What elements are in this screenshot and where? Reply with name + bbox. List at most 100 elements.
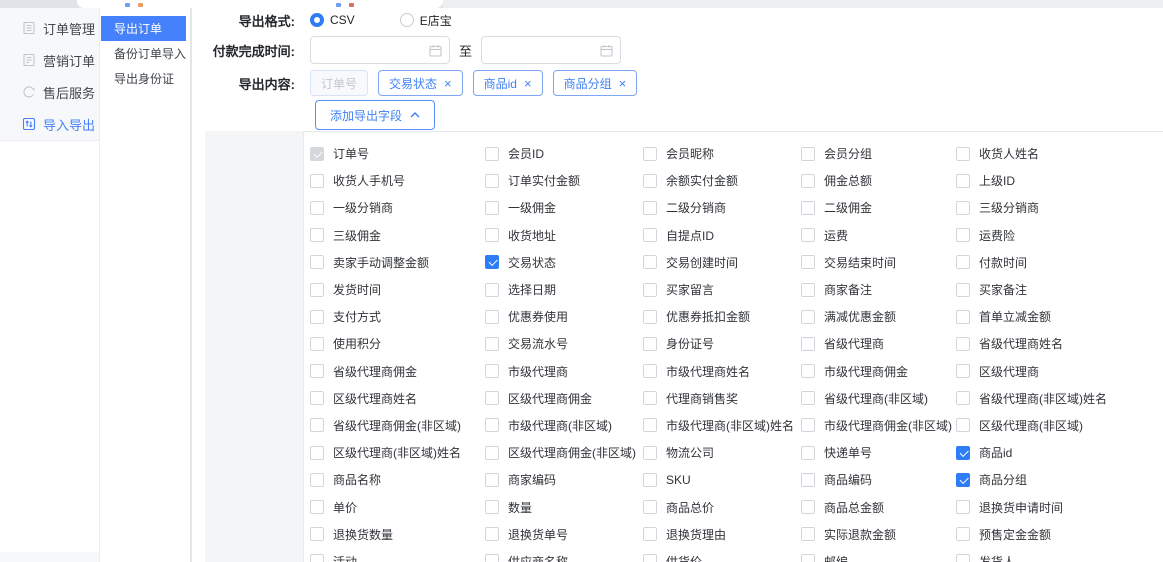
checkbox-icon[interactable] (643, 283, 657, 297)
checkbox-icon[interactable] (310, 310, 324, 324)
field-checkbox-item[interactable]: 上级ID (956, 172, 1015, 189)
export-format-option-1[interactable]: E店宝 (400, 12, 452, 29)
checkbox-icon[interactable] (643, 418, 657, 432)
checkbox-icon[interactable] (485, 310, 499, 324)
checkbox-icon[interactable] (801, 147, 815, 161)
checkbox-icon[interactable] (485, 201, 499, 215)
checkbox-icon[interactable] (643, 147, 657, 161)
checkbox-icon[interactable] (485, 174, 499, 188)
checkbox-icon[interactable] (956, 228, 970, 242)
checkbox-icon[interactable] (485, 554, 499, 562)
checkbox-icon[interactable] (310, 364, 324, 378)
field-checkbox-item[interactable]: 省级代理商佣金 (310, 363, 485, 380)
checkbox-icon[interactable] (956, 337, 970, 351)
sidebar-item-marketing-orders[interactable]: 营销订单 (0, 44, 99, 76)
checkbox-icon[interactable] (801, 201, 815, 215)
export-format-option-0[interactable]: CSV (310, 13, 355, 27)
field-checkbox-item[interactable]: 运费险 (956, 227, 1015, 244)
field-checkbox-item[interactable]: 订单实付金额 (485, 172, 643, 189)
field-checkbox-item[interactable]: 发货时间 (310, 281, 485, 298)
checkbox-icon[interactable] (643, 310, 657, 324)
field-checkbox-item[interactable]: 商家备注 (801, 281, 956, 298)
field-checkbox-item[interactable]: 区级代理商佣金(非区域) (485, 444, 643, 461)
checkbox-icon[interactable] (801, 337, 815, 351)
submenu-item-export-orders[interactable]: 导出订单 (101, 16, 186, 41)
checkbox-icon[interactable] (643, 201, 657, 215)
field-checkbox-item[interactable]: 区级代理商(非区域) (956, 417, 1083, 434)
remove-tag-icon[interactable]: × (444, 77, 452, 90)
field-checkbox-item[interactable]: 市级代理商 (485, 363, 643, 380)
checkbox-icon[interactable] (801, 446, 815, 460)
field-checkbox-item[interactable]: 区级代理商(非区域)姓名 (310, 444, 485, 461)
field-checkbox-item[interactable]: 商家编码 (485, 471, 643, 488)
checkbox-icon[interactable] (643, 255, 657, 269)
field-checkbox-item[interactable]: 二级分销商 (643, 199, 801, 216)
checkbox-icon[interactable] (485, 228, 499, 242)
field-checkbox-item[interactable]: 买家留言 (643, 281, 801, 298)
sidebar-item-import-export[interactable]: 导入导出 (0, 108, 99, 140)
checkbox-icon[interactable] (310, 500, 324, 514)
field-checkbox-item[interactable]: 市级代理商佣金 (801, 363, 956, 380)
field-checkbox-item[interactable]: 市级代理商佣金(非区域) (801, 417, 956, 434)
checkbox-icon[interactable] (956, 500, 970, 514)
checkbox-checked-icon[interactable] (485, 255, 499, 269)
checkbox-icon[interactable] (643, 446, 657, 460)
field-checkbox-item[interactable]: 身份证号 (643, 335, 801, 352)
field-checkbox-item[interactable]: 一级佣金 (485, 199, 643, 216)
field-checkbox-item[interactable]: 商品总金额 (801, 499, 956, 516)
field-checkbox-item[interactable]: 余额实付金额 (643, 172, 801, 189)
field-checkbox-item[interactable]: 活动 (310, 553, 485, 562)
field-checkbox-item[interactable]: 单价 (310, 499, 485, 516)
field-checkbox-item[interactable]: 预售定金金额 (956, 526, 1051, 543)
field-checkbox-item[interactable]: 支付方式 (310, 308, 485, 325)
checkbox-icon[interactable] (643, 174, 657, 188)
field-checkbox-item[interactable]: 退换货申请时间 (956, 499, 1063, 516)
field-checkbox-item[interactable]: 首单立减金额 (956, 308, 1051, 325)
field-checkbox-item[interactable]: 一级分销商 (310, 199, 485, 216)
field-checkbox-item[interactable]: 省级代理商 (801, 335, 956, 352)
checkbox-icon[interactable] (485, 500, 499, 514)
field-checkbox-item[interactable]: 会员ID (485, 145, 643, 162)
checkbox-icon[interactable] (643, 391, 657, 405)
checkbox-icon[interactable] (310, 283, 324, 297)
field-checkbox-item[interactable]: 会员分组 (801, 145, 956, 162)
checkbox-icon[interactable] (485, 527, 499, 541)
field-checkbox-item[interactable]: 商品总价 (643, 499, 801, 516)
field-checkbox-item[interactable]: 市级代理商姓名 (643, 363, 801, 380)
field-checkbox-item[interactable]: 优惠券抵扣金额 (643, 308, 801, 325)
checkbox-icon[interactable] (310, 391, 324, 405)
checkbox-icon[interactable] (643, 228, 657, 242)
field-checkbox-item[interactable]: 卖家手动调整金额 (310, 254, 485, 271)
field-checkbox-item[interactable]: 满减优惠金额 (801, 308, 956, 325)
checkbox-icon[interactable] (956, 174, 970, 188)
field-checkbox-item[interactable]: 邮编 (801, 553, 956, 562)
field-checkbox-item[interactable]: 三级佣金 (310, 227, 485, 244)
field-checkbox-item[interactable]: 市级代理商(非区域)姓名 (643, 417, 801, 434)
checkbox-icon[interactable] (310, 228, 324, 242)
checkbox-icon[interactable] (485, 446, 499, 460)
checkbox-icon[interactable] (643, 473, 657, 487)
field-checkbox-item[interactable]: 供应商名称 (485, 553, 643, 562)
checkbox-icon[interactable] (956, 147, 970, 161)
field-checkbox-item[interactable]: 发货人 (956, 553, 1015, 562)
field-checkbox-item[interactable]: 优惠券使用 (485, 308, 643, 325)
checkbox-icon[interactable] (801, 418, 815, 432)
checkbox-icon[interactable] (485, 337, 499, 351)
checkbox-icon[interactable] (310, 446, 324, 460)
field-checkbox-item[interactable]: SKU (643, 473, 801, 487)
checkbox-icon[interactable] (485, 364, 499, 378)
field-checkbox-item[interactable]: 买家备注 (956, 281, 1027, 298)
checkbox-icon[interactable] (643, 337, 657, 351)
field-checkbox-item[interactable]: 省级代理商(非区域)姓名 (956, 390, 1107, 407)
remove-tag-icon[interactable]: × (524, 77, 532, 90)
field-checkbox-item[interactable]: 商品id (956, 444, 1012, 461)
checkbox-icon[interactable] (956, 201, 970, 215)
field-checkbox-item[interactable]: 二级佣金 (801, 199, 956, 216)
checkbox-icon[interactable] (310, 527, 324, 541)
export-content-tag[interactable]: 商品id× (473, 70, 543, 96)
field-checkbox-item[interactable]: 交易结束时间 (801, 254, 956, 271)
field-checkbox-item[interactable]: 收货人姓名 (956, 145, 1039, 162)
field-checkbox-item[interactable]: 交易流水号 (485, 335, 643, 352)
checkbox-icon[interactable] (310, 174, 324, 188)
start-date-field[interactable] (310, 36, 450, 64)
